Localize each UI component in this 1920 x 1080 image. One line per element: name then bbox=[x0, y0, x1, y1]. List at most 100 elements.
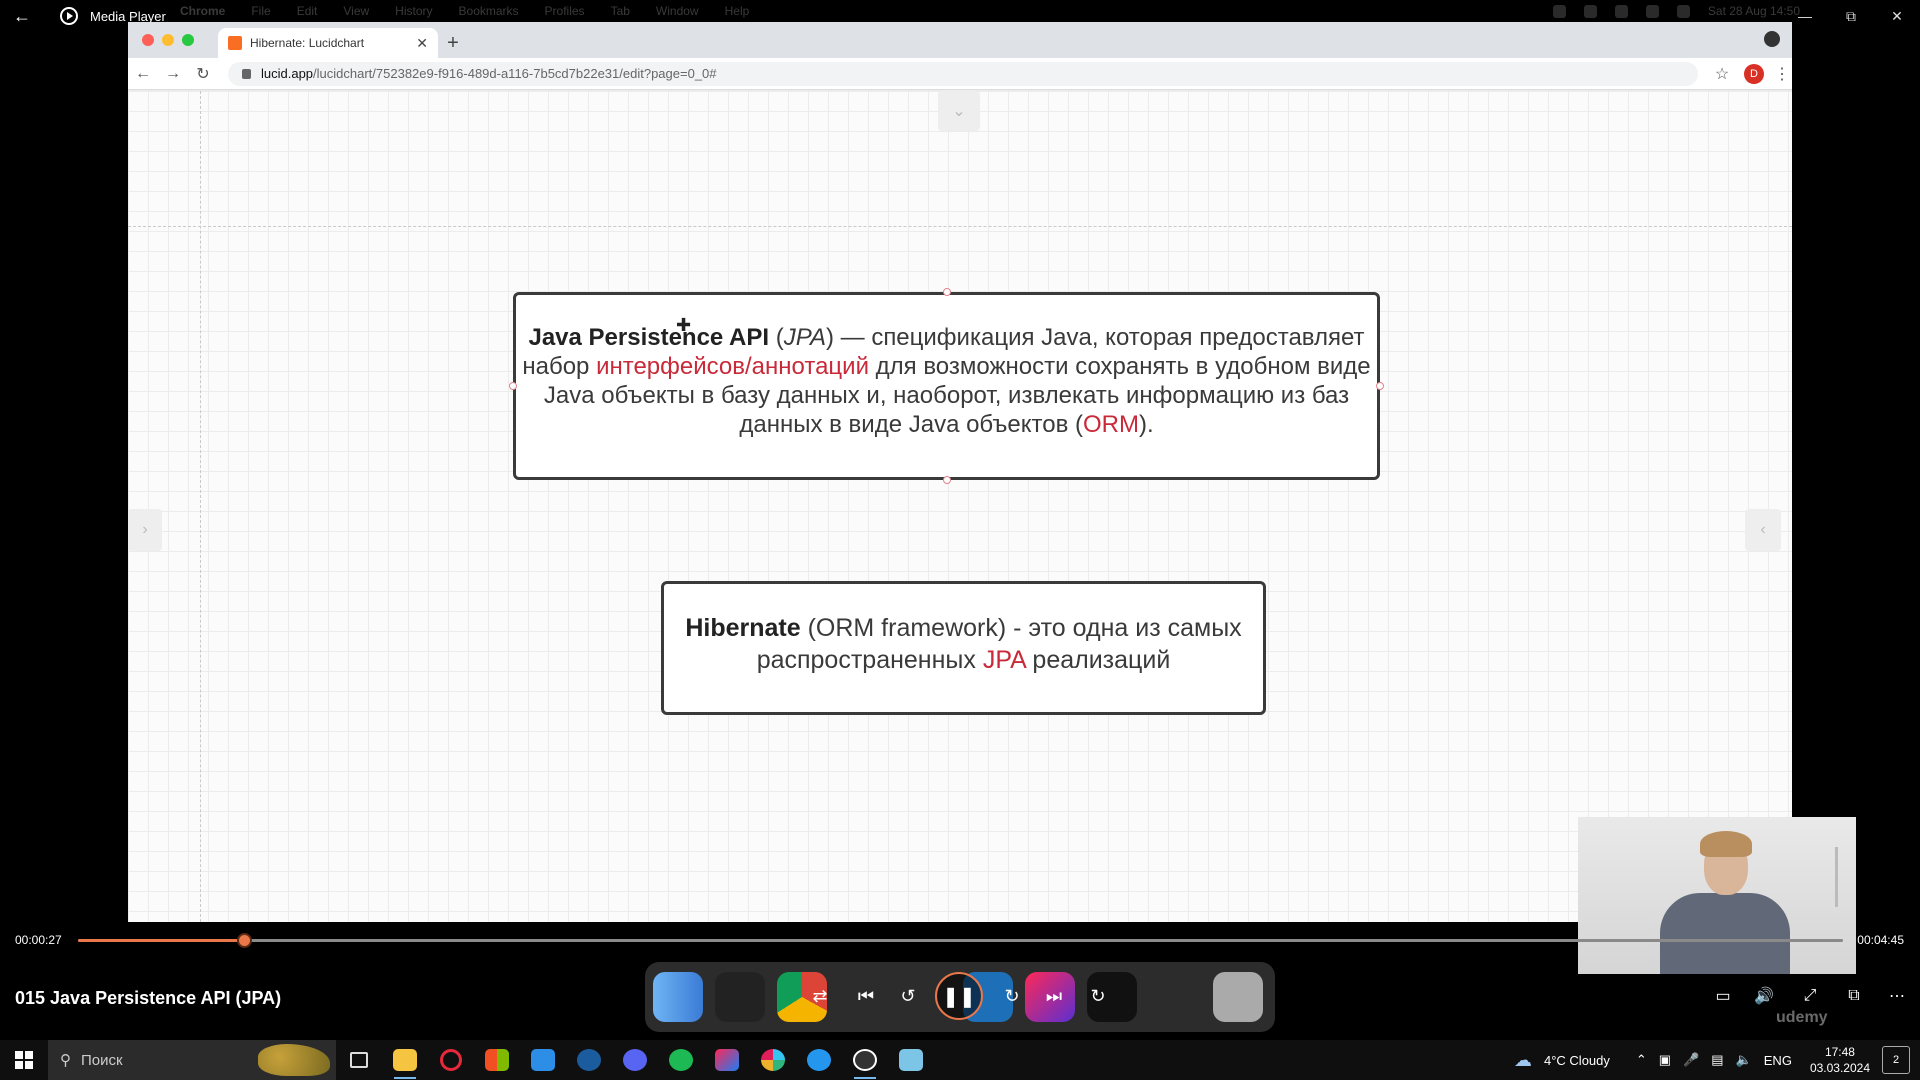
microsoft-store-icon[interactable] bbox=[474, 1040, 520, 1080]
microphone-icon[interactable]: 🎤 bbox=[1683, 1052, 1699, 1068]
close-button[interactable]: ✕ bbox=[1874, 0, 1920, 32]
jpa-definition-box: Java Persistence API (JPA) — спецификаци… bbox=[513, 292, 1380, 480]
mac-menubar: Chrome File Edit View History Bookmarks … bbox=[160, 0, 1792, 22]
status-icon bbox=[1614, 4, 1628, 18]
opera-icon[interactable] bbox=[428, 1040, 474, 1080]
lock-icon bbox=[242, 68, 251, 79]
network-icon[interactable]: ▤ bbox=[1711, 1052, 1723, 1068]
seek-bar[interactable]: 00:00:27 00:04:45 bbox=[0, 926, 1920, 954]
total-duration: 00:04:45 bbox=[1857, 933, 1904, 947]
webcam-person-hair bbox=[1700, 831, 1752, 857]
chevron-up-icon[interactable]: ⌃ bbox=[1636, 1052, 1647, 1068]
profile-avatar: D bbox=[1744, 63, 1764, 84]
browser-forward-icon: → bbox=[165, 64, 181, 82]
slack-icon[interactable] bbox=[750, 1040, 796, 1080]
status-icon bbox=[1552, 4, 1566, 18]
mac-menu-item: Profiles bbox=[544, 4, 585, 18]
selection-handle-top bbox=[943, 288, 951, 296]
taskbar-search[interactable]: ⚲ Поиск bbox=[48, 1040, 336, 1080]
pause-button[interactable]: ❚❚ bbox=[935, 972, 983, 1020]
repeat-off-icon[interactable]: ↻ bbox=[1080, 978, 1116, 1014]
volume-icon[interactable]: 🔊 bbox=[1748, 980, 1780, 1012]
mac-menu-item: File bbox=[251, 4, 271, 18]
bookmark-star-icon: ☆ bbox=[1714, 65, 1730, 83]
seek-track[interactable] bbox=[78, 933, 1843, 948]
lucidchart-canvas: ⌄ › ‹ Java Persistence API (JPA) — специ… bbox=[128, 91, 1792, 922]
url-host: lucid.app bbox=[261, 66, 314, 81]
previous-track-icon[interactable]: ⏮ bbox=[848, 978, 884, 1014]
hibernate-definition-box: Hibernate (ORM framework) - это одна из … bbox=[661, 581, 1266, 715]
browser-reload-icon: ↻ bbox=[196, 65, 210, 83]
mac-traffic-lights bbox=[128, 22, 208, 58]
mini-player-icon[interactable]: ⧉ bbox=[1838, 980, 1870, 1012]
fullscreen-icon[interactable]: ⤢ bbox=[1794, 980, 1826, 1012]
jpa-highlight-orm: ORM bbox=[1082, 411, 1139, 438]
video-frame[interactable]: Hibernate: Lucidchart ✕ + ← → ↻ lucid.ap… bbox=[128, 22, 1792, 922]
subtitles-icon[interactable]: ▭ bbox=[1707, 980, 1739, 1012]
udemy-watermark: udemy bbox=[1776, 1009, 1828, 1026]
language-indicator[interactable]: ENG bbox=[1764, 1053, 1792, 1068]
seek-thumb[interactable] bbox=[236, 933, 252, 948]
jpa-title: Java Persistence API bbox=[528, 324, 770, 351]
next-track-icon[interactable]: ⏭ bbox=[1036, 978, 1072, 1014]
mail-icon[interactable] bbox=[520, 1040, 566, 1080]
chevron-down-icon: ⌄ bbox=[938, 91, 980, 131]
start-button[interactable] bbox=[0, 1040, 48, 1080]
windows-logo-icon bbox=[15, 1051, 33, 1069]
weather-text[interactable]: 4°C Cloudy bbox=[1544, 1053, 1610, 1068]
file-explorer-icon[interactable] bbox=[382, 1040, 428, 1080]
mac-menu-item: Window bbox=[655, 4, 699, 18]
jpa-text-3: ). bbox=[1138, 411, 1154, 438]
discord-icon[interactable] bbox=[612, 1040, 658, 1080]
notes-icon[interactable] bbox=[888, 1040, 934, 1080]
intellij-taskbar-icon[interactable] bbox=[704, 1040, 750, 1080]
mac-zoom-dot bbox=[182, 34, 194, 46]
hibernate-text-2: реализаций bbox=[1025, 646, 1171, 674]
hibernate-highlight-jpa: JPA bbox=[982, 646, 1026, 674]
selection-handle-right bbox=[1376, 382, 1384, 390]
mac-datetime: Sat 28 Aug 14:50 bbox=[1707, 4, 1800, 18]
browser-tab-title: Hibernate: Lucidchart bbox=[250, 36, 365, 50]
new-tab-icon: + bbox=[447, 31, 459, 54]
restore-button[interactable]: ⧉ bbox=[1828, 0, 1874, 32]
docker-icon[interactable] bbox=[796, 1040, 842, 1080]
clock-time: 17:48 bbox=[1824, 1045, 1855, 1059]
back-arrow-icon[interactable]: ← bbox=[0, 0, 44, 32]
jpa-paren-open: ( bbox=[769, 324, 784, 351]
clock-date: 03.03.2024 bbox=[1809, 1061, 1870, 1075]
forward-30-icon[interactable]: ↻ bbox=[994, 978, 1030, 1014]
notification-count: 2 bbox=[1892, 1054, 1900, 1066]
notification-center-icon[interactable]: 2 bbox=[1882, 1046, 1910, 1074]
rewind-10-icon[interactable]: ↺ bbox=[890, 978, 926, 1014]
url-path: /lucidchart/752382e9-f916-489d-a116-7b5c… bbox=[313, 66, 717, 81]
steam-icon[interactable] bbox=[566, 1040, 612, 1080]
camera-icon[interactable]: ▣ bbox=[1659, 1052, 1671, 1068]
browser-back-icon: ← bbox=[135, 64, 151, 82]
mac-menu-item: View bbox=[343, 4, 370, 18]
hibernate-title: Hibernate bbox=[685, 614, 801, 642]
jpa-abbrev: JPA bbox=[783, 324, 826, 351]
mac-menu-item: History bbox=[395, 4, 433, 18]
search-placeholder: Поиск bbox=[81, 1051, 123, 1069]
task-view-icon[interactable] bbox=[336, 1040, 382, 1080]
mac-menu-item: Edit bbox=[296, 4, 318, 18]
selection-handle-left bbox=[509, 382, 517, 390]
tab-close-icon: ✕ bbox=[416, 34, 428, 51]
search-icon: ⚲ bbox=[60, 1052, 71, 1069]
speaker-icon[interactable]: 🔈 bbox=[1736, 1052, 1752, 1068]
webcam-background-lamp bbox=[1804, 847, 1838, 907]
taskbar-clock[interactable]: 17:48 03.03.2024 bbox=[1810, 1044, 1870, 1076]
browser-tab: Hibernate: Lucidchart ✕ bbox=[218, 28, 438, 58]
shuffle-icon[interactable]: ⇄ bbox=[802, 978, 838, 1014]
current-time: 00:00:27 bbox=[15, 933, 62, 947]
search-highlight-image bbox=[258, 1044, 330, 1076]
seek-played bbox=[78, 939, 244, 942]
more-options-icon[interactable]: ⋯ bbox=[1881, 980, 1913, 1012]
browser-extension-icon bbox=[1764, 31, 1780, 47]
mac-menu-item: Bookmarks bbox=[458, 4, 519, 18]
page-guide-vertical bbox=[200, 91, 201, 922]
player-controls: ⇄ ⏮ ↺ ❚❚ ↻ ⏭ ↻ ▭ 🔊 ⤢ ⧉ ⋯ bbox=[0, 972, 1920, 1022]
spotify-icon[interactable] bbox=[658, 1040, 704, 1080]
media-player-taskbar-icon[interactable] bbox=[842, 1040, 888, 1080]
system-tray: ☁ 4°C Cloudy ⌃ ▣ 🎤 ▤ 🔈 ENG 17:48 03.03.2… bbox=[1508, 1040, 1920, 1080]
